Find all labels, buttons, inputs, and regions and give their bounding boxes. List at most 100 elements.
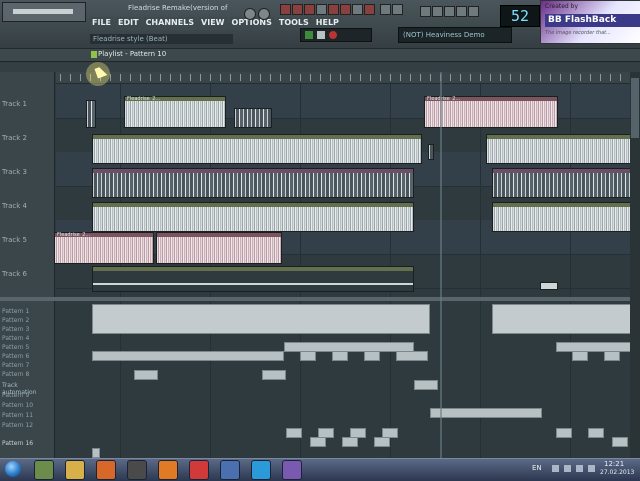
auto-row-label-4[interactable]: Pattern 12 [2, 422, 33, 429]
pattern-clip[interactable] [572, 351, 588, 361]
step-seq-button[interactable] [420, 6, 431, 17]
pattern-row-label-7[interactable]: Pattern 7 [2, 362, 29, 369]
track-label-3[interactable]: Track 3 [2, 168, 27, 176]
vertical-scrollbar[interactable] [630, 72, 640, 458]
record-button[interactable] [304, 4, 315, 15]
clock-date[interactable]: 27.02.2013 [600, 469, 634, 476]
audio-icon[interactable] [220, 460, 240, 480]
menu-edit[interactable]: EDIT [116, 17, 141, 30]
pattern-clip[interactable] [396, 351, 428, 361]
track-label-1[interactable]: Track 1 [2, 100, 27, 108]
firefox-icon[interactable] [96, 460, 116, 480]
metronome-button[interactable] [316, 4, 327, 15]
pattern-row-label-6[interactable]: Pattern 6 [2, 353, 29, 360]
audio-clip[interactable] [428, 144, 434, 160]
piano-roll-button[interactable] [392, 4, 403, 15]
pattern-row-label-3[interactable]: Pattern 3 [2, 326, 29, 333]
pattern-mode-button[interactable] [280, 4, 291, 15]
tempo-display[interactable]: 52 [500, 5, 540, 27]
pattern-row-label-1[interactable]: Pattern 1 [2, 308, 29, 315]
audio-clip[interactable] [540, 282, 558, 290]
timeline-ruler[interactable] [56, 72, 630, 84]
pattern-clip[interactable] [342, 437, 358, 447]
pattern-clip[interactable] [556, 342, 632, 352]
audio-clip[interactable]: Fleadrise_2... [424, 96, 558, 128]
folder-icon[interactable] [65, 460, 85, 480]
blend-button[interactable] [340, 4, 351, 15]
plugin-output-display[interactable]: (NOT) Heaviness Demo [398, 27, 512, 43]
pattern-section-divider[interactable] [0, 297, 640, 301]
pattern-row-label-16[interactable]: Pattern 16 [2, 440, 33, 447]
audio-clip[interactable]: Fleadrise_2... [124, 96, 226, 128]
audio-clip[interactable] [92, 168, 414, 198]
scrollbar-thumb[interactable] [631, 78, 639, 138]
auto-row-label-1[interactable]: Pattern 9 [2, 392, 29, 399]
typing-keyboard-button[interactable] [364, 4, 375, 15]
pattern-clip[interactable] [310, 437, 326, 447]
pattern-clip[interactable] [300, 351, 316, 361]
pattern-clip[interactable] [374, 437, 390, 447]
menu-file[interactable]: FILE [90, 17, 114, 30]
pattern-clip[interactable] [414, 380, 438, 390]
record-icon[interactable] [329, 31, 337, 39]
stop-icon[interactable] [317, 31, 325, 39]
start-button[interactable] [2, 459, 24, 479]
pattern-clip[interactable] [92, 304, 430, 334]
media-icon[interactable] [127, 460, 147, 480]
windows-explorer-icon[interactable] [34, 460, 54, 480]
auto-row-label-3[interactable]: Pattern 11 [2, 412, 33, 419]
playlist-button[interactable] [380, 4, 391, 15]
auto-row-label-2[interactable]: Pattern 10 [2, 402, 33, 409]
audio-clip[interactable] [492, 202, 632, 232]
clock-time[interactable]: 12:21 [604, 460, 624, 468]
yandex-icon[interactable] [189, 460, 209, 480]
pattern-clip[interactable] [92, 351, 284, 361]
pattern-clip[interactable] [492, 304, 632, 334]
step-button[interactable] [352, 4, 363, 15]
pattern-clip[interactable] [92, 448, 100, 458]
audio-clip[interactable] [86, 100, 96, 128]
pattern-clip[interactable] [134, 370, 158, 380]
pattern-row-label-5[interactable]: Pattern 5 [2, 344, 29, 351]
pattern-row-label-4[interactable]: Pattern 4 [2, 335, 29, 342]
plugin-picker-button[interactable] [456, 6, 467, 17]
pattern-clip[interactable] [588, 428, 604, 438]
track-label-2[interactable]: Track 2 [2, 134, 27, 142]
pattern-clip[interactable] [604, 351, 620, 361]
master-volume-knob[interactable] [244, 8, 256, 20]
loop-button[interactable] [328, 4, 339, 15]
pattern-clip[interactable] [364, 351, 380, 361]
browser-button[interactable] [444, 6, 455, 17]
pattern-clip[interactable] [612, 437, 628, 447]
audio-clip[interactable] [486, 134, 632, 164]
fl-studio-icon[interactable] [158, 460, 178, 480]
track-label-4[interactable]: Track 4 [2, 202, 27, 210]
song-position-marker[interactable] [440, 72, 442, 458]
pattern-clip[interactable] [332, 351, 348, 361]
language-indicator[interactable]: EN [532, 464, 542, 472]
pattern-row-label-2[interactable]: Pattern 2 [2, 317, 29, 324]
menu-view[interactable]: VIEW [199, 17, 227, 30]
track-label-5[interactable]: Track 5 [2, 236, 27, 244]
media-player-icon[interactable] [282, 460, 302, 480]
network-icon[interactable] [576, 465, 583, 472]
audio-clip[interactable] [156, 232, 282, 264]
volume-icon[interactable] [588, 465, 595, 472]
skype-icon[interactable] [251, 460, 271, 480]
pattern-row-label-8[interactable]: Pattern 8 [2, 371, 29, 378]
tray-icon[interactable] [552, 465, 559, 472]
play-icon[interactable] [305, 31, 313, 39]
audio-clip[interactable] [92, 266, 414, 292]
song-mode-button[interactable] [292, 4, 303, 15]
pattern-clip[interactable] [262, 370, 286, 380]
channel-rack-button[interactable] [468, 6, 479, 17]
audio-clip[interactable] [234, 108, 272, 128]
track-label-6[interactable]: Track 6 [2, 270, 27, 278]
master-pitch-knob[interactable] [258, 8, 270, 20]
mixer-button[interactable] [432, 6, 443, 17]
menu-channels[interactable]: CHANNELS [143, 17, 197, 30]
audio-clip[interactable] [92, 202, 414, 232]
audio-clip[interactable] [92, 134, 422, 164]
pattern-clip[interactable] [286, 428, 302, 438]
tray-icon[interactable] [564, 465, 571, 472]
